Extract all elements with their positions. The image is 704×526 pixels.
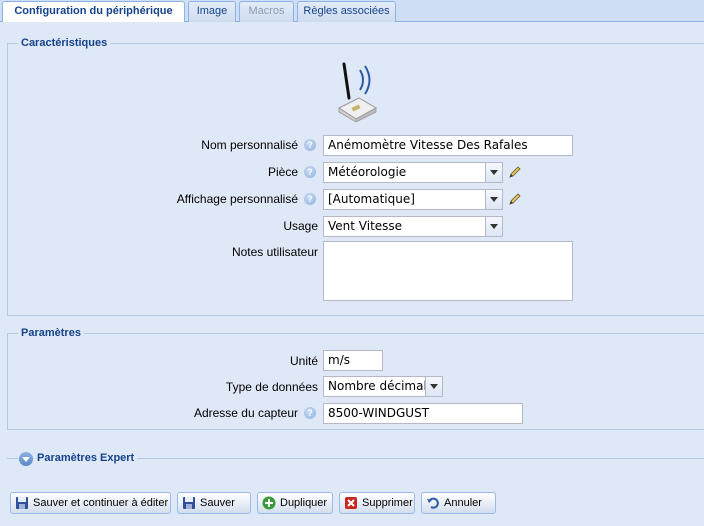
expert-parameters-section: Paramètres Expert <box>7 451 704 466</box>
unit-field[interactable]: m/s <box>323 350 383 371</box>
delete-x-icon <box>345 497 357 509</box>
cancel-button[interactable]: Annuler <box>421 492 496 514</box>
chevron-down-icon[interactable] <box>425 377 442 396</box>
delete-button[interactable]: Supprimer <box>339 492 415 514</box>
antenna-device-icon <box>337 62 378 122</box>
room-select[interactable]: Météorologie <box>323 162 503 183</box>
tab-device-config[interactable]: Configuration du périphérique <box>2 1 185 23</box>
save-continue-button[interactable]: Sauver et continuer à éditer <box>10 492 171 514</box>
expand-toggle-icon[interactable] <box>19 452 33 466</box>
chevron-down-icon[interactable] <box>485 190 502 209</box>
save-continue-label: Sauver et continuer à éditer <box>33 497 169 509</box>
expert-parameters-label[interactable]: Paramètres Expert <box>34 451 138 465</box>
tab-bar: Configuration du périphérique Image Macr… <box>0 0 704 23</box>
room-label: Pièce <box>267 165 298 179</box>
notes-label: Notes utilisateur <box>231 245 318 259</box>
tab-associated-rules[interactable]: Règles associées <box>297 1 396 22</box>
name-field[interactable]: Anémomètre Vitesse Des Rafales <box>323 135 573 156</box>
usage-select[interactable]: Vent Vitesse <box>323 216 503 237</box>
display-label: Affichage personnalisé <box>176 192 298 206</box>
characteristics-legend: Caractéristiques <box>18 36 111 50</box>
address-label: Adresse du capteur <box>193 406 298 420</box>
delete-label: Supprimer <box>362 497 413 509</box>
datatype-label: Type de données <box>225 380 318 394</box>
undo-arrow-icon <box>427 497 439 509</box>
tab-macros[interactable]: Macros <box>239 1 294 22</box>
display-select-value: [Automatique] <box>328 192 415 206</box>
unit-label: Unité <box>289 354 318 368</box>
help-icon[interactable]: ? <box>304 139 316 151</box>
save-button[interactable]: Sauver <box>177 492 251 514</box>
help-icon[interactable]: ? <box>304 193 316 205</box>
parameters-legend: Paramètres <box>18 326 84 340</box>
save-label: Sauver <box>200 497 235 509</box>
datatype-select[interactable]: Nombre décimal <box>323 376 443 397</box>
name-label: Nom personnalisé <box>201 138 298 152</box>
address-field[interactable]: 8500-WINDGUST <box>323 403 523 424</box>
edit-pencil-icon[interactable] <box>507 164 523 180</box>
cancel-label: Annuler <box>444 497 482 509</box>
floppy-disk-icon <box>183 497 195 509</box>
help-icon[interactable]: ? <box>304 166 316 178</box>
room-select-value: Météorologie <box>328 165 407 179</box>
help-icon[interactable]: ? <box>304 407 316 419</box>
usage-label: Usage <box>283 219 318 233</box>
edit-pencil-icon[interactable] <box>507 191 523 207</box>
tab-content: Caractéristiques Nom personnalisé ? Aném… <box>0 22 704 526</box>
tab-image[interactable]: Image <box>188 1 236 22</box>
chevron-down-icon[interactable] <box>485 163 502 182</box>
datatype-select-value: Nombre décimal <box>328 379 427 393</box>
notes-textarea[interactable] <box>323 241 573 301</box>
add-plus-icon <box>262 496 276 510</box>
display-select[interactable]: [Automatique] <box>323 189 503 210</box>
duplicate-button[interactable]: Dupliquer <box>257 492 333 514</box>
duplicate-label: Dupliquer <box>280 497 328 509</box>
floppy-disk-icon <box>16 497 28 509</box>
usage-select-value: Vent Vitesse <box>328 219 403 233</box>
chevron-down-icon[interactable] <box>485 217 502 236</box>
